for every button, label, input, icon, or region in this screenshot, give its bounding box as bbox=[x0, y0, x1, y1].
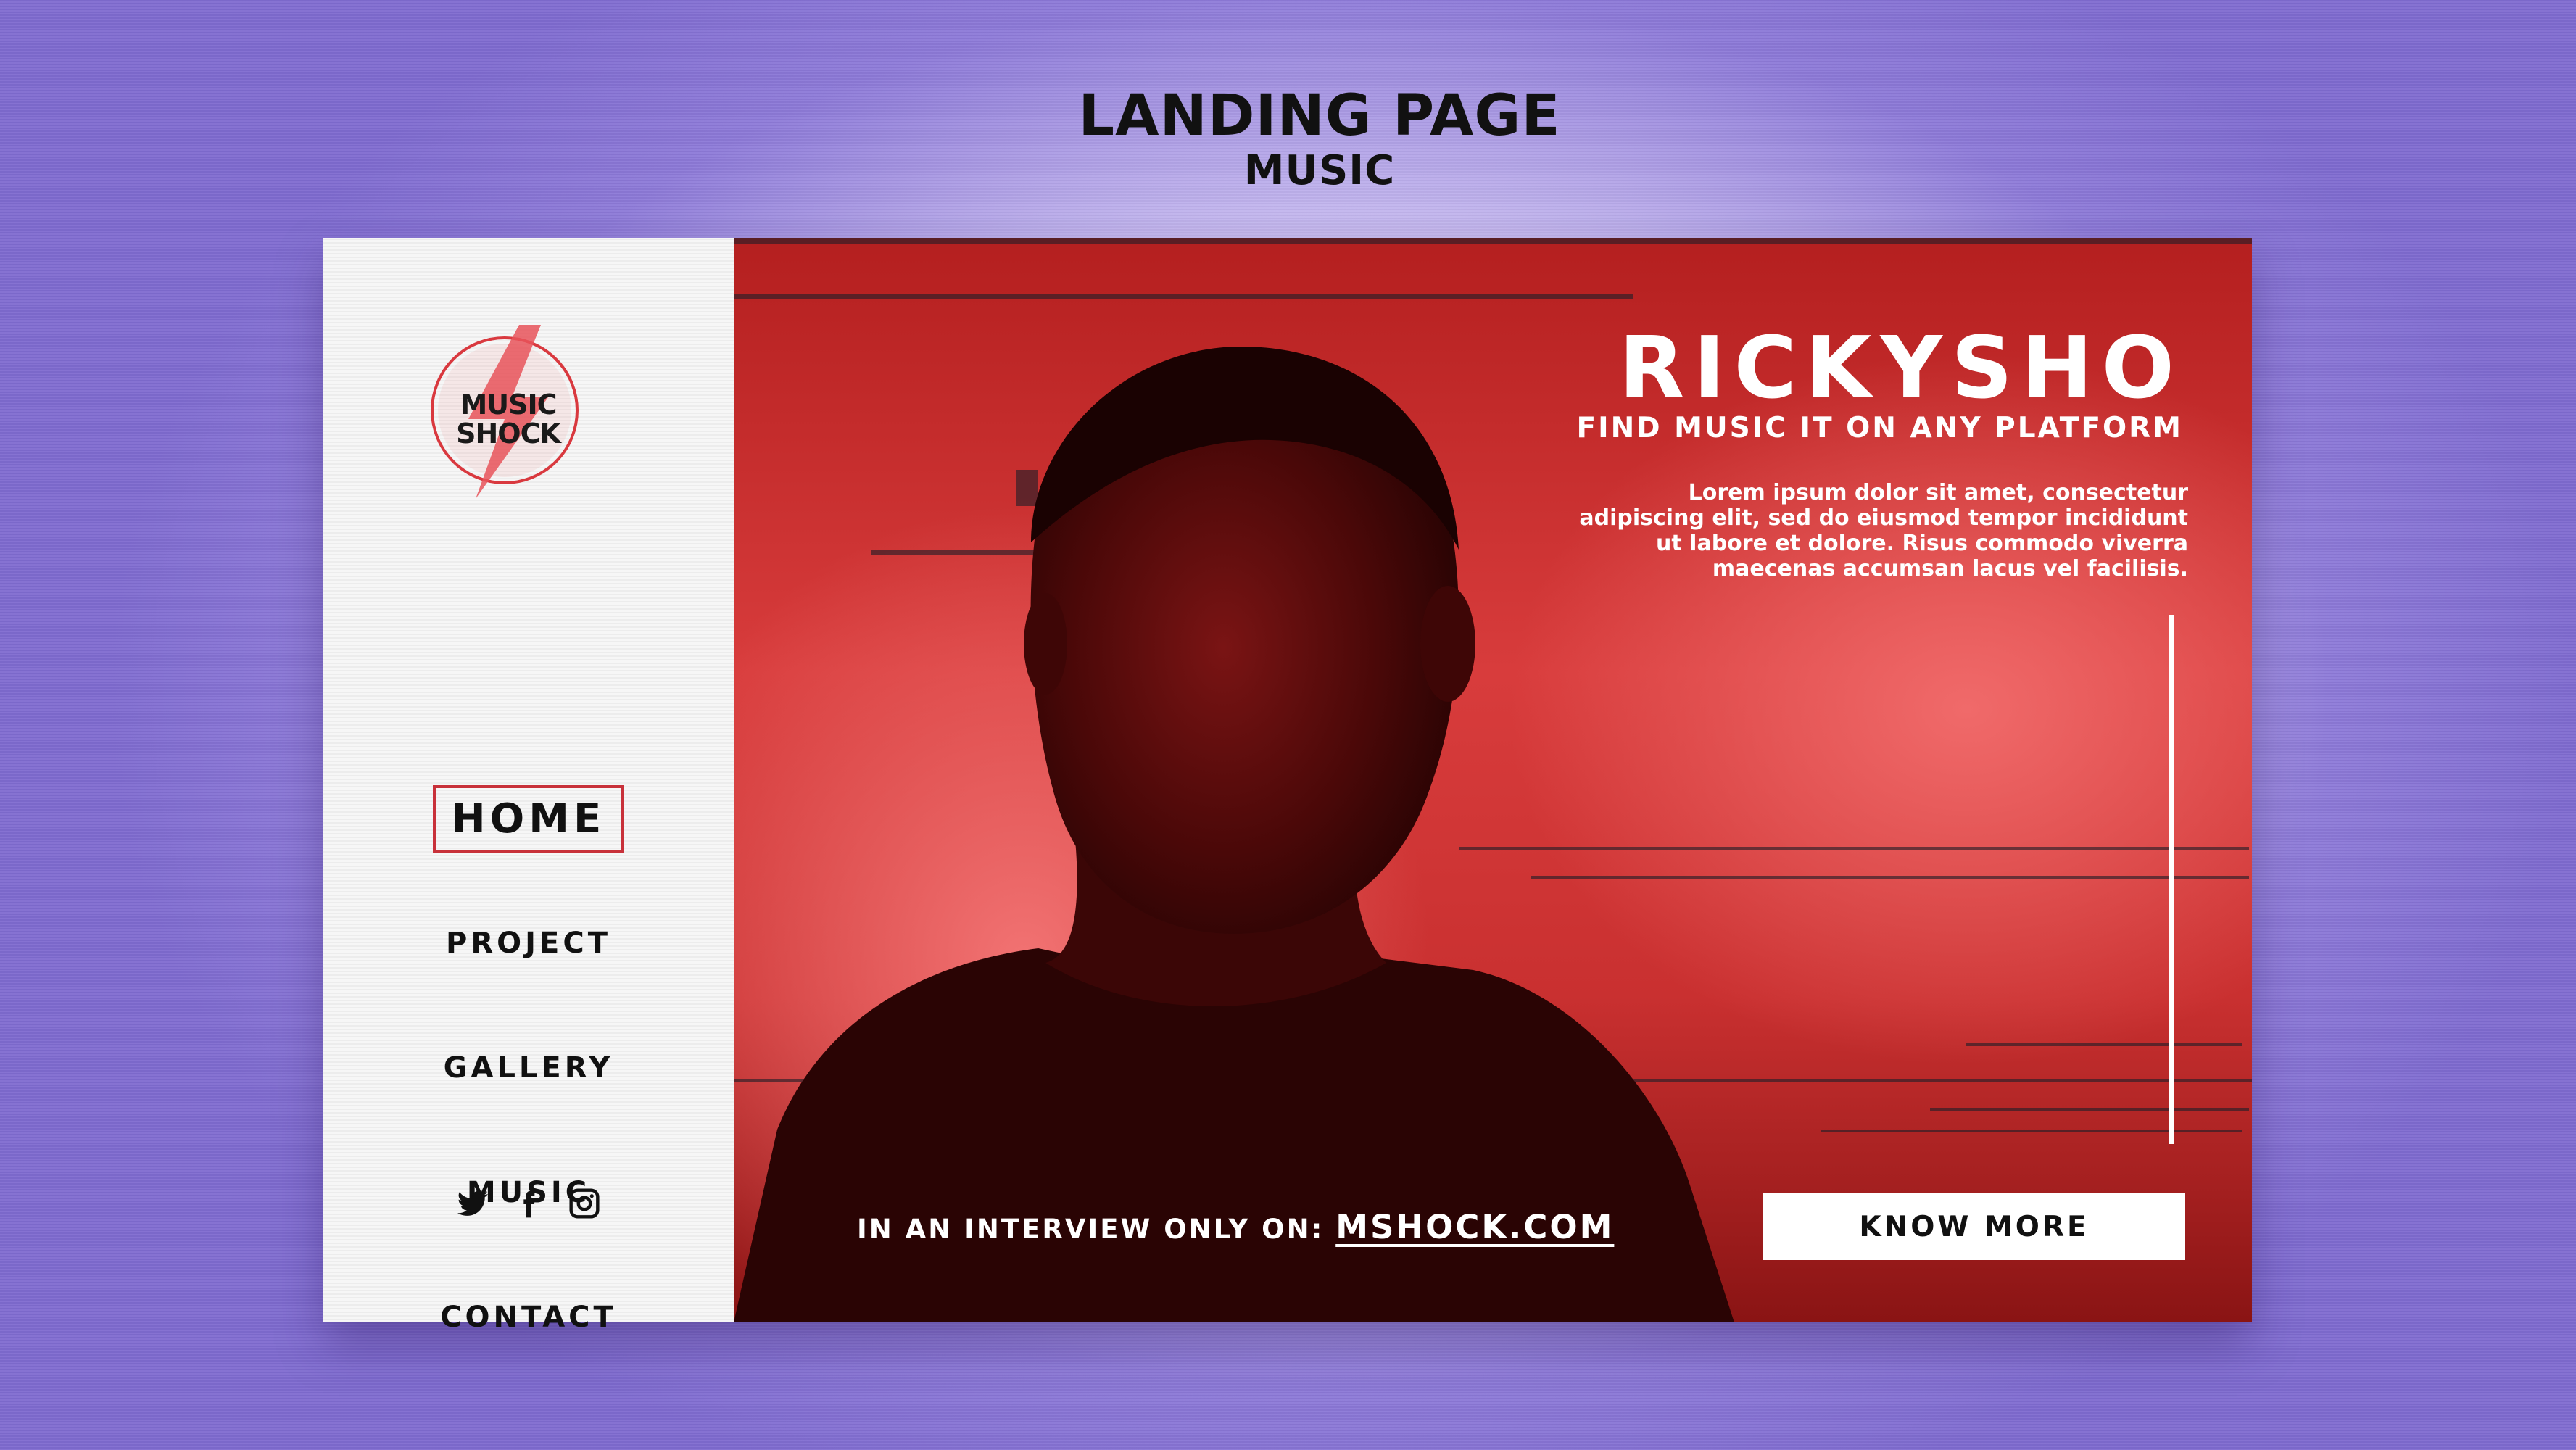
social-links bbox=[323, 1188, 734, 1225]
landing-mockup: MUSIC SHOCK HOME PROJECT GALLERY MUSIC C… bbox=[323, 238, 2252, 1334]
hero-description-line: Lorem ipsum dolor sit amet, consectetur bbox=[1688, 480, 2188, 505]
hero-description: Lorem ipsum dolor sit amet, consectetur … bbox=[1536, 480, 2188, 581]
nav-contact[interactable]: CONTACT bbox=[323, 1301, 734, 1334]
brand-logo[interactable]: MUSIC SHOCK bbox=[425, 318, 613, 506]
hero-description-line: adipiscing elit, sed do eiusmod tempor i… bbox=[1579, 505, 2188, 531]
page-subtitle: MUSIC bbox=[1243, 146, 1396, 194]
nav-home-label: HOME bbox=[432, 785, 625, 853]
interview-link[interactable]: MSHOCK.COM bbox=[1335, 1208, 1614, 1246]
nav-gallery[interactable]: GALLERY bbox=[323, 1051, 734, 1085]
hero-subtitle: FIND MUSIC IT ON ANY PLATFORM bbox=[1576, 412, 2183, 444]
hero-title: RICKYSHO bbox=[1618, 318, 2183, 418]
logo-wordmark: MUSIC SHOCK bbox=[425, 390, 613, 448]
twitter-icon[interactable] bbox=[454, 1188, 492, 1225]
hero-section: RICKYSHO FIND MUSIC IT ON ANY PLATFORM L… bbox=[734, 238, 2252, 1322]
hero-description-line: maecenas accumsan lacus vel facilisis. bbox=[1712, 556, 2188, 581]
vertical-line bbox=[2169, 615, 2174, 1144]
logo-line-1: MUSIC bbox=[460, 389, 557, 420]
sidebar: MUSIC SHOCK HOME PROJECT GALLERY MUSIC C… bbox=[323, 238, 734, 1334]
nav-home[interactable]: HOME bbox=[323, 785, 734, 853]
facebook-icon[interactable] bbox=[510, 1188, 547, 1225]
nav-project[interactable]: PROJECT bbox=[323, 927, 734, 960]
instagram-icon[interactable] bbox=[566, 1188, 603, 1225]
interview-note: IN AN INTERVIEW ONLY ON: MSHOCK.COM bbox=[857, 1208, 1614, 1246]
page-title: LANDING PAGE bbox=[1078, 83, 1561, 149]
logo-line-2: SHOCK bbox=[456, 418, 561, 450]
interview-prefix: IN AN INTERVIEW ONLY ON: bbox=[857, 1214, 1325, 1245]
hero-description-line: ut labore et dolore. Risus commodo viver… bbox=[1656, 531, 2188, 556]
know-more-button[interactable]: KNOW MORE bbox=[1763, 1193, 2185, 1260]
page-heading: LANDING PAGE MUSIC bbox=[0, 83, 2576, 194]
